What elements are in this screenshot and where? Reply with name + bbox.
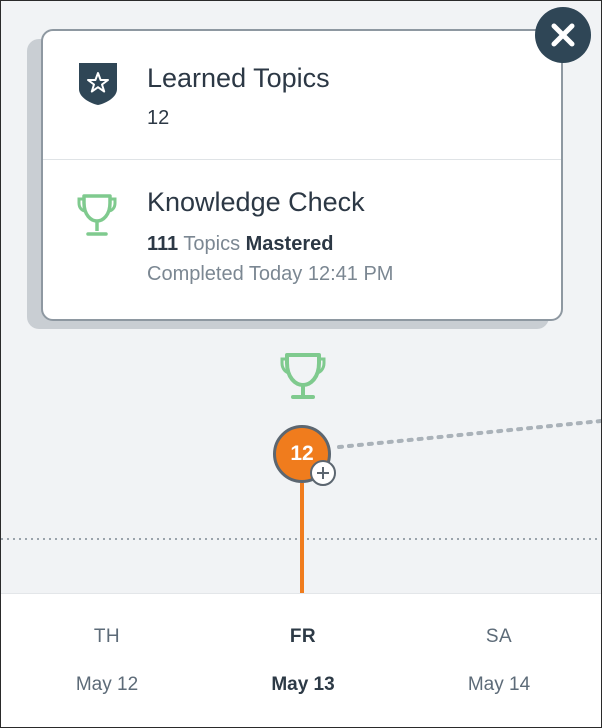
day-date: May 12 [75,674,139,695]
timeline-chart-area: Learned Topics 12 Knowledge Check 111 To… [1,1,601,593]
trend-dotted-line [337,419,601,449]
day-date: May 13 [271,674,335,695]
plus-icon [317,467,329,479]
learned-topics-count: 12 [147,107,170,129]
topics-mastered-line: 111 Topics Mastered [147,233,333,256]
add-button[interactable] [310,460,336,486]
achievement-popover: Learned Topics 12 Knowledge Check 111 To… [41,29,563,321]
topics-mastered-count: 111 [147,233,179,255]
timeline-trophy-icon[interactable] [280,353,326,399]
day-of-week: TH [93,626,121,647]
learned-topics-title: Learned Topics [147,63,330,93]
mastered-word: Mastered [245,233,334,255]
topics-word: Topics [183,233,241,255]
close-icon [551,23,575,47]
trophy-icon [77,194,117,236]
close-button[interactable] [535,7,591,63]
day-of-week: SA [485,626,513,647]
day-of-week: FR [289,626,317,647]
day-date: May 14 [467,674,531,695]
date-axis: TH May 12 FR May 13 SA May 14 [1,593,601,727]
knowledge-check-title: Knowledge Check [147,187,365,217]
popover-divider [43,159,561,160]
shield-star-icon [79,63,117,105]
completed-timestamp: Completed Today 12:41 PM [147,263,394,285]
app-frame: Learned Topics 12 Knowledge Check 111 To… [0,0,602,728]
